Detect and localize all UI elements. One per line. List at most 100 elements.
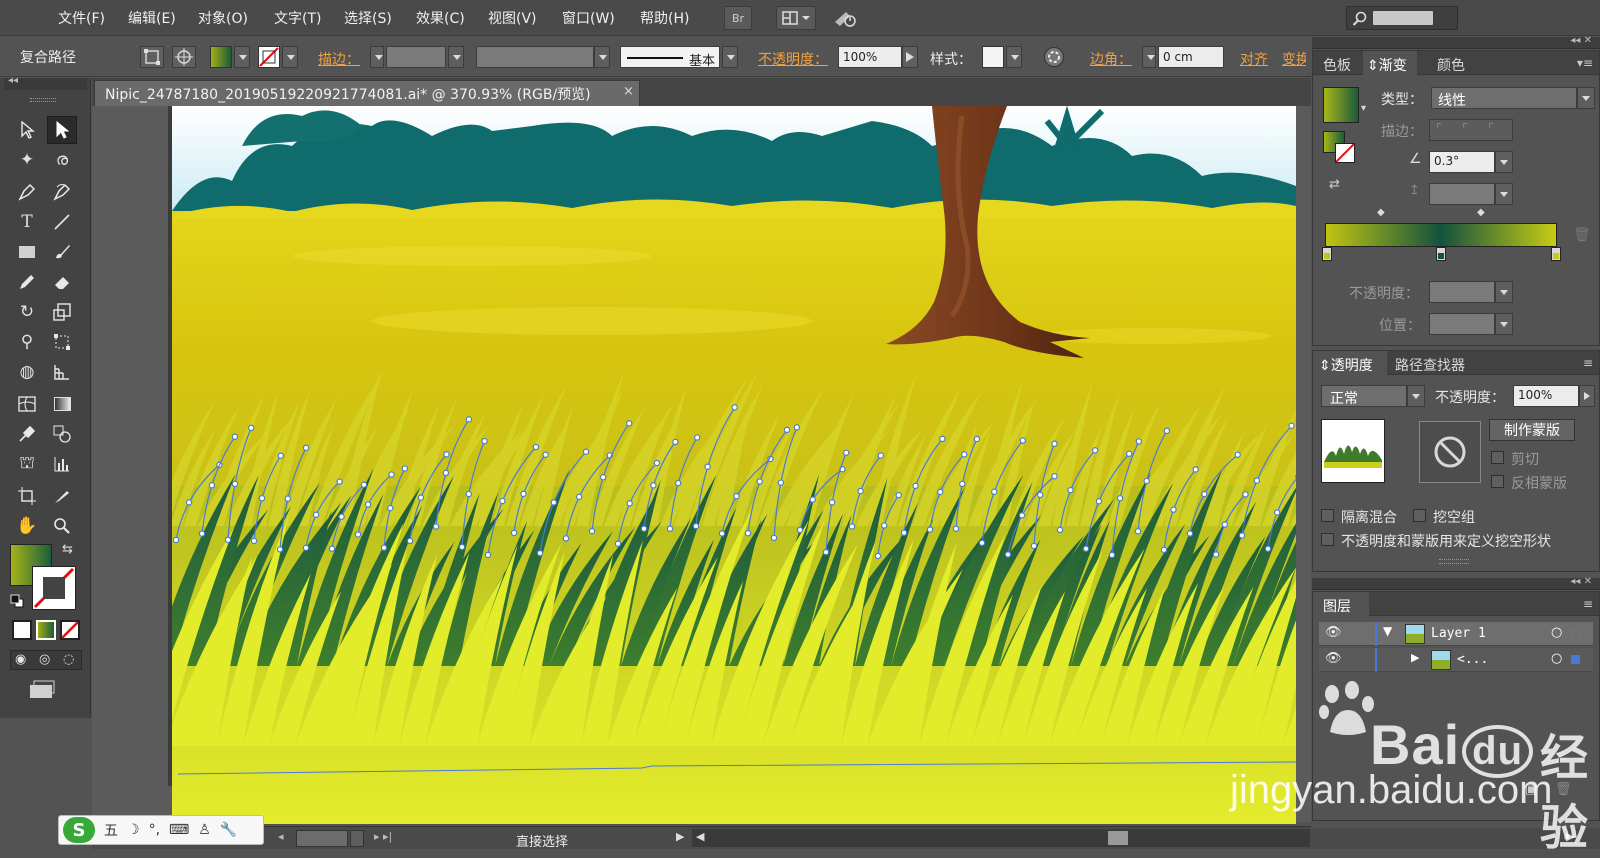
anchor-point[interactable] bbox=[844, 450, 849, 455]
tab-color[interactable]: 颜色 bbox=[1437, 55, 1465, 75]
anchor-point[interactable] bbox=[355, 532, 360, 537]
anchor-point[interactable] bbox=[1127, 451, 1132, 456]
aspect-ratio-field[interactable] bbox=[1429, 183, 1495, 205]
stroke-swatch[interactable] bbox=[258, 46, 280, 68]
delete-stop-icon[interactable]: 🗑 bbox=[1573, 227, 1591, 243]
anchor-point[interactable] bbox=[443, 470, 448, 475]
status-menu-arrow-icon[interactable]: ▶ bbox=[676, 830, 684, 843]
anchor-point[interactable] bbox=[466, 491, 471, 496]
symbol-sprayer-tool[interactable]: ⛫ bbox=[12, 450, 42, 478]
anchor-point[interactable] bbox=[641, 526, 646, 531]
ime-tools-icon[interactable]: 🔧 bbox=[220, 822, 237, 838]
stroke-color-swatch[interactable] bbox=[32, 566, 76, 610]
anchor-point[interactable] bbox=[1243, 492, 1248, 497]
next-artboard-icon[interactable]: ▸ ▸| bbox=[374, 830, 392, 843]
paintbrush-tool[interactable] bbox=[47, 238, 77, 266]
anchor-point[interactable] bbox=[563, 536, 568, 541]
eyedropper-tool[interactable] bbox=[12, 420, 42, 448]
column-graph-tool[interactable] bbox=[47, 450, 77, 478]
anchor-point[interactable] bbox=[402, 466, 407, 471]
panel-resize-grip[interactable] bbox=[1439, 559, 1469, 564]
gradient-tool[interactable] bbox=[47, 390, 77, 418]
anchor-point[interactable] bbox=[1005, 552, 1010, 557]
stop-location-dropdown[interactable] bbox=[1495, 313, 1513, 335]
selection-tool[interactable] bbox=[12, 116, 42, 144]
anchor-point[interactable] bbox=[543, 452, 548, 457]
anchor-point[interactable] bbox=[381, 545, 386, 550]
gradient-angle-dropdown[interactable] bbox=[1495, 151, 1513, 173]
stroke-mini-swatch[interactable] bbox=[1335, 143, 1355, 163]
recolor-artwork-button[interactable] bbox=[1044, 47, 1064, 67]
close-tab-icon[interactable]: × bbox=[623, 84, 634, 99]
tab-transparency[interactable]: ⇕透明度 bbox=[1319, 355, 1373, 375]
anchor-point[interactable] bbox=[1117, 496, 1122, 501]
anchor-point[interactable] bbox=[1164, 428, 1169, 433]
arrange-documents-button[interactable] bbox=[776, 6, 816, 30]
anchor-point[interactable] bbox=[962, 452, 967, 457]
layers-menu-icon[interactable]: ≡ bbox=[1583, 597, 1593, 611]
anchor-point[interactable] bbox=[1289, 423, 1294, 428]
anchor-point[interactable] bbox=[407, 538, 412, 543]
anchor-point[interactable] bbox=[459, 544, 464, 549]
layers-dock-header[interactable]: ◂◂ ✕ bbox=[1312, 578, 1600, 590]
anchor-point[interactable] bbox=[1144, 478, 1149, 483]
anchor-point[interactable] bbox=[313, 512, 318, 517]
mesh-tool[interactable] bbox=[12, 390, 42, 418]
anchor-point[interactable] bbox=[303, 445, 308, 450]
magic-wand-tool[interactable]: ✦ bbox=[12, 146, 42, 174]
menu-view[interactable]: 视图(V) bbox=[488, 8, 537, 28]
anchor-point[interactable] bbox=[173, 537, 178, 542]
anchor-point[interactable] bbox=[732, 405, 737, 410]
tab-pathfinder[interactable]: 路径查找器 bbox=[1395, 355, 1465, 375]
panel-menu-icon[interactable]: ▾≡ bbox=[1577, 56, 1593, 70]
anchor-point[interactable] bbox=[676, 481, 681, 486]
anchor-point[interactable] bbox=[537, 551, 542, 556]
anchor-point[interactable] bbox=[361, 482, 366, 487]
anchor-point[interactable] bbox=[482, 438, 487, 443]
anchor-point[interactable] bbox=[225, 537, 230, 542]
stop-opacity-dropdown[interactable] bbox=[1495, 281, 1513, 303]
draw-behind-icon[interactable]: ◎ bbox=[39, 652, 50, 667]
anchor-point[interactable] bbox=[339, 514, 344, 519]
anchor-point[interactable] bbox=[1031, 543, 1036, 548]
draw-inside-icon[interactable]: ◌ bbox=[63, 652, 74, 667]
brush-definition[interactable]: 基本 bbox=[620, 46, 720, 68]
transform-link[interactable]: 变换 bbox=[1282, 49, 1306, 69]
stroke-weight-stepper[interactable] bbox=[370, 46, 384, 68]
blend-mode-dropdown[interactable] bbox=[1407, 385, 1425, 407]
anchor-point[interactable] bbox=[1109, 552, 1114, 557]
anchor-point[interactable] bbox=[199, 531, 204, 536]
anchor-point[interactable] bbox=[1239, 533, 1244, 538]
anchor-point[interactable] bbox=[1161, 547, 1166, 552]
anchor-point[interactable] bbox=[794, 425, 799, 430]
isolate-group-button[interactable] bbox=[140, 46, 164, 68]
anchor-point[interactable] bbox=[953, 526, 958, 531]
anchor-point[interactable] bbox=[249, 425, 254, 430]
blend-mode-select[interactable]: 正常 bbox=[1321, 385, 1407, 407]
eraser-tool[interactable] bbox=[47, 268, 77, 296]
opacity-slider-button[interactable] bbox=[902, 46, 918, 68]
anchor-point[interactable] bbox=[1068, 488, 1073, 493]
anchor-point[interactable] bbox=[1235, 452, 1240, 457]
transparency-menu-icon[interactable]: ≡ bbox=[1583, 356, 1593, 370]
anchor-point[interactable] bbox=[974, 436, 979, 441]
input-method-bar[interactable]: S 五 ☽ °, ⌨ ♙ 🔧 bbox=[58, 815, 264, 845]
anchor-point[interactable] bbox=[337, 479, 342, 484]
anchor-point[interactable] bbox=[615, 541, 620, 546]
gpu-performance-button[interactable] bbox=[830, 6, 860, 30]
menu-type[interactable]: 文字(T) bbox=[274, 8, 321, 28]
invert-mask-checkbox[interactable] bbox=[1491, 475, 1504, 488]
anchor-point[interactable] bbox=[186, 500, 191, 505]
prev-artboard-icon[interactable]: ◂ bbox=[278, 830, 284, 843]
anchor-point[interactable] bbox=[303, 545, 308, 550]
variable-width-profile[interactable] bbox=[476, 46, 594, 68]
corner-radius-field[interactable]: 0 cm bbox=[1158, 46, 1224, 68]
graphic-style-swatch[interactable] bbox=[982, 46, 1004, 68]
layer-name[interactable]: Layer 1 bbox=[1431, 626, 1486, 641]
graphic-style-dropdown[interactable] bbox=[1006, 46, 1022, 68]
corner-stepper[interactable] bbox=[1142, 46, 1156, 68]
ime-keyboard-icon[interactable]: ⌨ bbox=[169, 822, 189, 838]
reverse-gradient-icon[interactable]: ⇄ bbox=[1329, 177, 1340, 192]
gradient-stop-left[interactable] bbox=[1322, 247, 1332, 261]
anchor-point[interactable] bbox=[433, 524, 438, 529]
